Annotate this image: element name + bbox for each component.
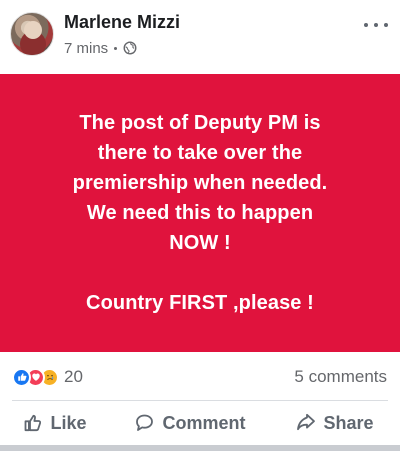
post-text-background: The post of Deputy PM is there to take o… <box>0 74 400 352</box>
meta-separator <box>114 46 118 50</box>
post-text-line: We need this to happen <box>86 202 314 224</box>
post-text-line: premiership when needed. <box>72 172 328 194</box>
share-label: Share <box>323 412 374 433</box>
post-text-blank-line <box>20 258 380 288</box>
post-header: Marlene Mizzi 7 mins <box>0 0 400 66</box>
like-button[interactable]: Like <box>0 413 110 434</box>
author-name[interactable]: Marlene Mizzi <box>64 12 180 33</box>
comments-count[interactable]: 5 comments <box>294 367 387 387</box>
post-stats: 20 5 comments <box>0 352 400 400</box>
post-separator <box>0 445 400 451</box>
post-meta: 7 mins <box>64 39 137 57</box>
more-options-dot-icon <box>374 23 378 27</box>
post-text-line: The post of Deputy PM is <box>79 112 321 134</box>
like-label: Like <box>50 412 87 433</box>
post-time[interactable]: 7 mins <box>64 40 108 57</box>
reaction-count[interactable]: 20 <box>64 367 83 387</box>
comment-label: Comment <box>162 412 246 433</box>
like-reaction-icon <box>12 367 31 387</box>
more-options-button[interactable] <box>364 17 388 33</box>
globe-icon[interactable] <box>123 41 137 55</box>
thumbs-up-icon <box>25 414 42 432</box>
more-options-dot-icon <box>364 23 368 27</box>
post-text-line: Country FIRST ,please ! <box>86 292 314 314</box>
post-text: The post of Deputy PM is there to take o… <box>20 108 380 318</box>
post-text-line: NOW ! <box>169 232 231 254</box>
facebook-post: Marlene Mizzi 7 mins The post of Deputy … <box>0 0 400 451</box>
reactions-summary[interactable]: 20 <box>12 367 83 387</box>
comment-button[interactable]: Comment <box>110 413 270 434</box>
post-actions: Like Comment Share <box>0 401 400 445</box>
share-arrow-icon <box>297 413 316 431</box>
share-button[interactable]: Share <box>270 413 400 434</box>
comment-icon <box>136 414 154 431</box>
avatar[interactable] <box>10 12 54 56</box>
post-text-line: there to take over the <box>97 142 303 164</box>
more-options-dot-icon <box>384 23 388 27</box>
